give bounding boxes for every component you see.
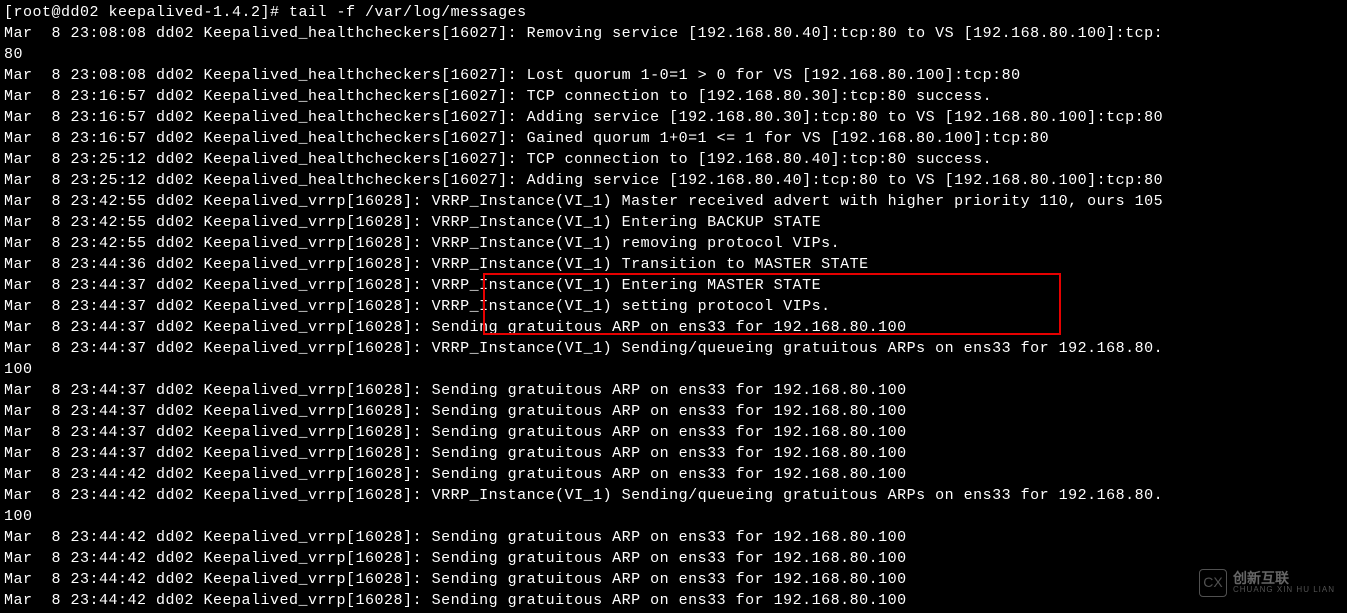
log-line: Mar 8 23:44:37 dd02 Keepalived_vrrp[1602… bbox=[4, 338, 1343, 359]
log-line: Mar 8 23:44:37 dd02 Keepalived_vrrp[1602… bbox=[4, 296, 1343, 317]
log-line: Mar 8 23:44:42 dd02 Keepalived_vrrp[1602… bbox=[4, 569, 1343, 590]
watermark: CX 创新互联 CHUANG XIN HU LIAN bbox=[1199, 569, 1335, 597]
log-line: Mar 8 23:44:42 dd02 Keepalived_vrrp[1602… bbox=[4, 590, 1343, 611]
log-line: Mar 8 23:44:42 dd02 Keepalived_vrrp[1602… bbox=[4, 485, 1343, 506]
log-line: Mar 8 23:25:12 dd02 Keepalived_healthche… bbox=[4, 149, 1343, 170]
log-line: Mar 8 23:42:55 dd02 Keepalived_vrrp[1602… bbox=[4, 191, 1343, 212]
watermark-text: 创新互联 CHUANG XIN HU LIAN bbox=[1233, 571, 1335, 595]
log-line: Mar 8 23:25:12 dd02 Keepalived_healthche… bbox=[4, 170, 1343, 191]
log-line: Mar 8 23:44:36 dd02 Keepalived_vrrp[1602… bbox=[4, 254, 1343, 275]
watermark-sub: CHUANG XIN HU LIAN bbox=[1233, 586, 1335, 595]
log-line: Mar 8 23:44:42 dd02 Keepalived_vrrp[1602… bbox=[4, 464, 1343, 485]
log-line: Mar 8 23:44:37 dd02 Keepalived_vrrp[1602… bbox=[4, 443, 1343, 464]
log-line: Mar 8 23:16:57 dd02 Keepalived_healthche… bbox=[4, 128, 1343, 149]
log-line: 80 bbox=[4, 44, 1343, 65]
log-line: Mar 8 23:08:08 dd02 Keepalived_healthche… bbox=[4, 23, 1343, 44]
log-line: Mar 8 23:44:37 dd02 Keepalived_vrrp[1602… bbox=[4, 422, 1343, 443]
log-line: Mar 8 23:44:37 dd02 Keepalived_vrrp[1602… bbox=[4, 380, 1343, 401]
watermark-main: 创新互联 bbox=[1233, 571, 1335, 586]
watermark-icon: CX bbox=[1199, 569, 1227, 597]
log-line: 100 bbox=[4, 506, 1343, 527]
log-line: Mar 8 23:08:08 dd02 Keepalived_healthche… bbox=[4, 65, 1343, 86]
log-line: Mar 8 23:44:37 dd02 Keepalived_vrrp[1602… bbox=[4, 317, 1343, 338]
terminal-output[interactable]: [root@dd02 keepalived-1.4.2]# tail -f /v… bbox=[0, 0, 1347, 613]
log-line: Mar 8 23:44:42 dd02 Keepalived_vrrp[1602… bbox=[4, 548, 1343, 569]
log-line: Mar 8 23:44:37 dd02 Keepalived_vrrp[1602… bbox=[4, 275, 1343, 296]
log-line: 100 bbox=[4, 359, 1343, 380]
log-line: Mar 8 23:42:55 dd02 Keepalived_vrrp[1602… bbox=[4, 233, 1343, 254]
log-line: Mar 8 23:16:57 dd02 Keepalived_healthche… bbox=[4, 86, 1343, 107]
log-line: Mar 8 23:44:42 dd02 Keepalived_vrrp[1602… bbox=[4, 527, 1343, 548]
command-prompt: [root@dd02 keepalived-1.4.2]# tail -f /v… bbox=[4, 2, 1343, 23]
log-line: Mar 8 23:16:57 dd02 Keepalived_healthche… bbox=[4, 107, 1343, 128]
log-line: Mar 8 23:44:37 dd02 Keepalived_vrrp[1602… bbox=[4, 401, 1343, 422]
log-line: Mar 8 23:42:55 dd02 Keepalived_vrrp[1602… bbox=[4, 212, 1343, 233]
